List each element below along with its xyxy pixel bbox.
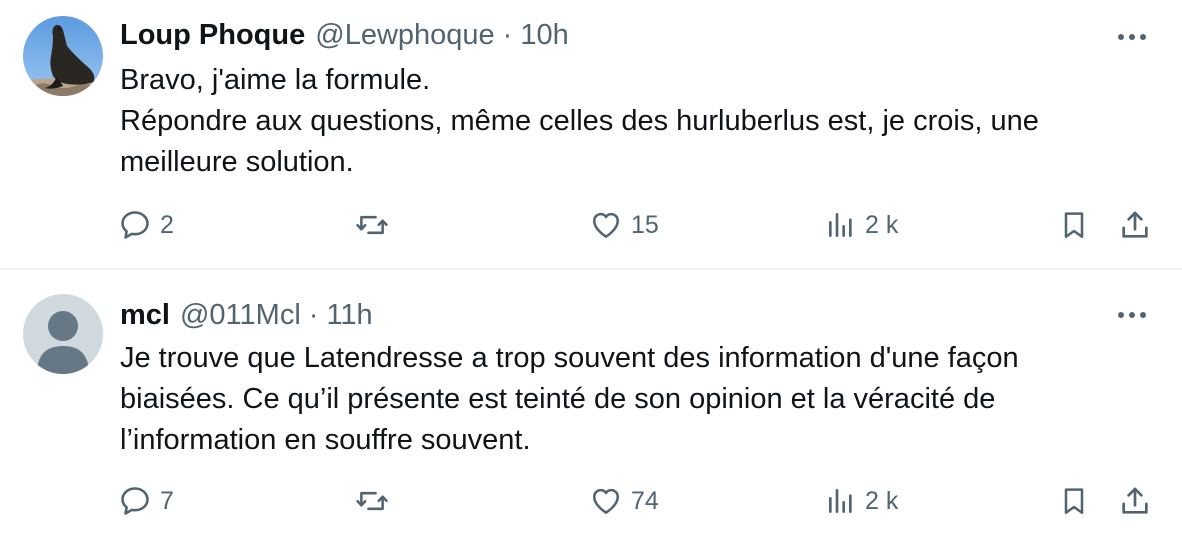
default-profile-icon [23, 294, 103, 374]
author-name[interactable]: Loup Phoque [120, 19, 305, 52]
share-upload-icon [1122, 487, 1148, 514]
more-horizontal-icon [1118, 312, 1146, 318]
tweet[interactable]: Loup Phoque @Lewphoque · 10h Bravo, j'ai… [0, 0, 1182, 268]
tweet-text: Bravo, j'aime la formule. Répondre aux q… [120, 60, 1140, 183]
like-count: 15 [631, 210, 659, 239]
tweet-text: Je trouve que Latendresse a trop souvent… [120, 338, 1140, 461]
views-button[interactable]: 2 k [825, 203, 898, 247]
author-handle[interactable]: @011Mcl [180, 299, 301, 332]
repost-arrows-icon [356, 491, 388, 511]
share-upload-icon [1122, 211, 1148, 238]
bookmark-icon [1064, 488, 1084, 514]
tweet-text-line: Bravo, j'aime la formule. [120, 64, 431, 96]
like-count: 74 [631, 486, 659, 515]
reply-count: 7 [160, 486, 174, 515]
separator-dot: · [502, 18, 513, 51]
repost-button[interactable] [354, 479, 390, 523]
tweet-header: Loup Phoque @Lewphoque · 10h [120, 17, 569, 53]
view-count: 2 k [865, 486, 899, 515]
more-button[interactable] [1112, 22, 1152, 52]
reply-button[interactable]: 7 [118, 479, 174, 523]
timestamp[interactable]: 11h [326, 299, 372, 332]
bookmark-button[interactable] [1058, 203, 1090, 247]
bar-chart-icon [829, 489, 852, 513]
like-button[interactable]: 15 [589, 203, 659, 247]
views-button[interactable]: 2 k [825, 479, 898, 523]
bar-chart-icon [829, 213, 852, 237]
author-handle[interactable]: @Lewphoque [315, 19, 494, 52]
timestamp[interactable]: 10h [520, 19, 568, 52]
more-button[interactable] [1112, 300, 1152, 330]
reply-count: 2 [160, 210, 174, 239]
reply-bubble-icon [121, 487, 149, 515]
reply-button[interactable]: 2 [118, 203, 174, 247]
sea-lion-avatar-image [23, 16, 103, 96]
tweet-text-line: meilleure solution. [120, 146, 354, 178]
like-button[interactable]: 74 [589, 479, 659, 523]
tweet-text-line: l’information en souffre souvent. [120, 424, 531, 456]
action-bar: 7 74 2 k [0, 479, 1182, 523]
separator-dot: · [308, 298, 319, 331]
author-name[interactable]: mcl [120, 299, 170, 332]
share-button[interactable] [1118, 203, 1152, 247]
tweet-text-line: Je trouve que Latendresse a trop souvent… [120, 342, 1019, 374]
tweet-header: mcl @011Mcl · 11h [120, 297, 373, 333]
heart-icon [592, 488, 620, 514]
bookmark-icon [1064, 212, 1084, 239]
reply-bubble-icon [121, 211, 149, 239]
heart-icon [592, 212, 620, 238]
share-button[interactable] [1118, 479, 1152, 523]
more-horizontal-icon [1118, 34, 1146, 40]
bookmark-button[interactable] [1058, 479, 1090, 523]
tweet[interactable]: mcl @011Mcl · 11h Je trouve que Latendre… [0, 270, 1182, 540]
tweet-text-line: Répondre aux questions, même celles des … [120, 105, 1039, 137]
avatar[interactable] [23, 294, 103, 374]
action-bar: 2 15 2 k [0, 203, 1182, 247]
avatar[interactable] [23, 16, 103, 96]
repost-arrows-icon [356, 215, 388, 235]
repost-button[interactable] [354, 203, 390, 247]
tweet-text-line: biaisées. Ce qu’il présente est teinté d… [120, 383, 996, 415]
view-count: 2 k [865, 210, 899, 239]
